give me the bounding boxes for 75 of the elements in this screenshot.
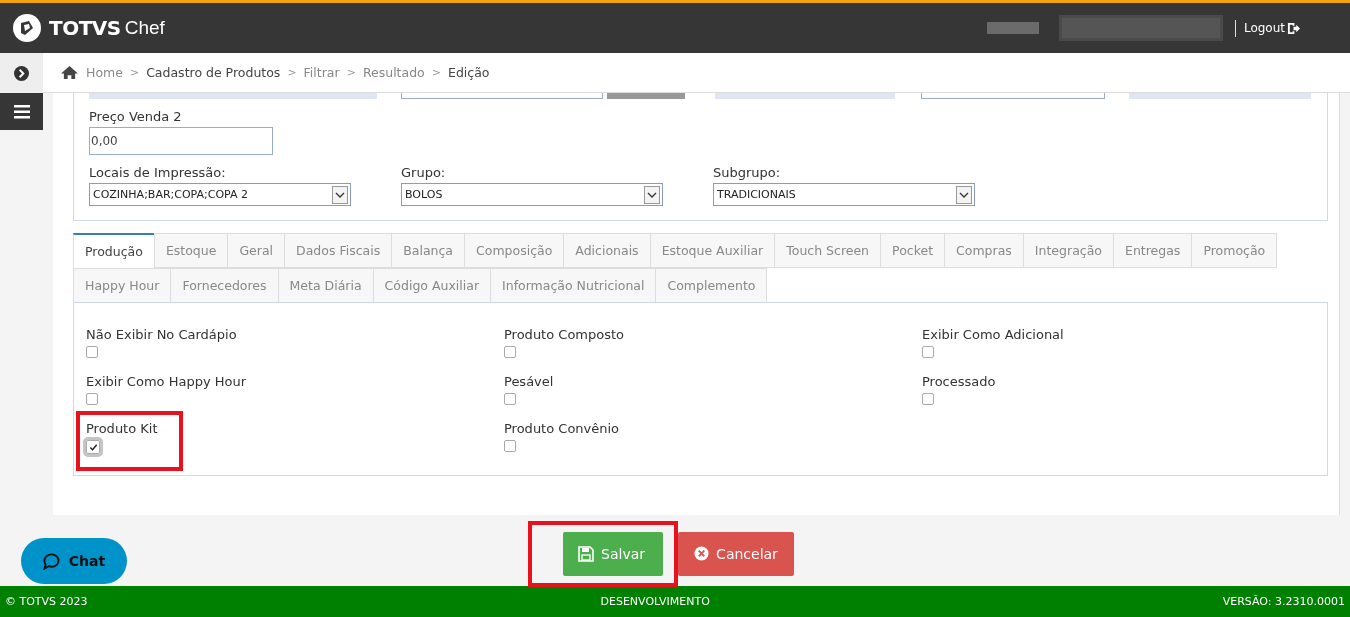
breadcrumb-separator: > [287, 66, 297, 79]
dropdown[interactable]: TRADICIONAIS [713, 183, 975, 206]
menu-icon [13, 104, 30, 119]
option-label: Produto Kit [86, 421, 158, 436]
price-input[interactable]: 0,00 [89, 127, 273, 155]
menu-button[interactable] [0, 93, 43, 130]
breadcrumb-link[interactable]: Edição [448, 65, 490, 80]
tab[interactable]: Geral [227, 233, 286, 268]
option-label: Processado [922, 374, 996, 389]
copyright-text: © TOTVS 2023 [5, 595, 88, 608]
option-label: Exibir Como Adicional [922, 327, 1064, 342]
option-label: Pesável [504, 374, 554, 389]
logout-icon [1287, 21, 1300, 35]
brand-suffix: Chef [124, 17, 165, 39]
caret-icon [332, 185, 348, 204]
chat-button[interactable]: Chat [21, 538, 127, 584]
field-label: Locais de Impressão: [89, 165, 227, 180]
chat-bubble-icon [42, 552, 60, 570]
option-label: Produto Composto [504, 327, 625, 342]
checkbox[interactable] [504, 393, 516, 405]
tab[interactable]: Dados Fiscais [284, 233, 393, 268]
tab[interactable]: Entregas [1113, 233, 1193, 268]
home-icon[interactable] [60, 65, 79, 80]
tab[interactable]: Meta Diária [277, 268, 374, 303]
check-icon [88, 442, 98, 452]
tab[interactable]: Pocket [880, 233, 946, 268]
breadcrumb-separator: > [431, 66, 441, 79]
dropdown[interactable]: BOLOS [401, 183, 663, 206]
checkbox[interactable] [504, 346, 516, 358]
option-label: Exibir Como Happy Hour [86, 374, 247, 389]
brand-name: TOTVS [49, 16, 121, 40]
checkbox[interactable] [86, 346, 98, 358]
caret-icon [956, 185, 972, 204]
field-label: Grupo: [401, 165, 447, 180]
caret-icon [644, 185, 660, 204]
tab[interactable]: Touch Screen [774, 233, 882, 268]
breadcrumb-link[interactable]: Resultado [362, 65, 425, 80]
tab[interactable]: Balança [391, 233, 465, 268]
tab[interactable]: Estoque Auxiliar [649, 233, 776, 268]
tab[interactable]: Complemento [655, 268, 768, 303]
tab[interactable]: Promoção [1191, 233, 1278, 268]
breadcrumb-link[interactable]: Home [86, 65, 123, 80]
version-text: VERSÃO: 3.2310.0001 [1222, 595, 1345, 608]
tab[interactable]: Informação Nutricional [490, 268, 657, 303]
expand-icon[interactable] [14, 65, 29, 81]
{{b.kind}}[interactable]: Cancelar [678, 531, 794, 576]
tab[interactable]: Estoque [153, 233, 229, 268]
checkbox[interactable] [922, 346, 934, 358]
tab[interactable]: Código Auxiliar [372, 268, 492, 303]
option-label: Não Exibir No Cardápio [86, 327, 237, 342]
breadcrumb-link[interactable]: Filtrar [303, 65, 340, 80]
checkbox[interactable] [86, 393, 98, 405]
field-label: Subgrupo: [713, 165, 782, 180]
environment-text: DESENVOLVIMENTO [600, 595, 710, 608]
tab[interactable]: Happy Hour [73, 268, 172, 303]
option-label: Produto Convênio [504, 421, 620, 436]
logout-link[interactable]: Logout [1243, 21, 1300, 35]
checkbox[interactable] [922, 393, 934, 405]
field-label: Preço Venda 2 [89, 109, 183, 124]
redacted-user-name [986, 22, 1039, 34]
tab[interactable]: Composição [464, 233, 565, 268]
tab[interactable]: Integração [1022, 233, 1114, 268]
breadcrumb-link[interactable]: Cadastro de Produtos [146, 65, 281, 80]
checkbox[interactable] [86, 440, 100, 454]
tab[interactable]: Adicionais [563, 233, 651, 268]
{{b.kind}}[interactable]: Salvar [563, 531, 664, 576]
close-icon [694, 546, 710, 561]
breadcrumb-separator: > [346, 66, 356, 79]
tab[interactable]: Fornecedores [170, 268, 279, 303]
checkbox[interactable] [504, 440, 516, 452]
dropdown[interactable]: COZINHA;BAR;COPA;COPA 2 [89, 183, 351, 206]
tab[interactable]: Compras [944, 233, 1024, 268]
logo-icon [12, 13, 42, 43]
tab[interactable]: Produção [73, 233, 155, 269]
breadcrumb-separator: > [129, 66, 140, 79]
